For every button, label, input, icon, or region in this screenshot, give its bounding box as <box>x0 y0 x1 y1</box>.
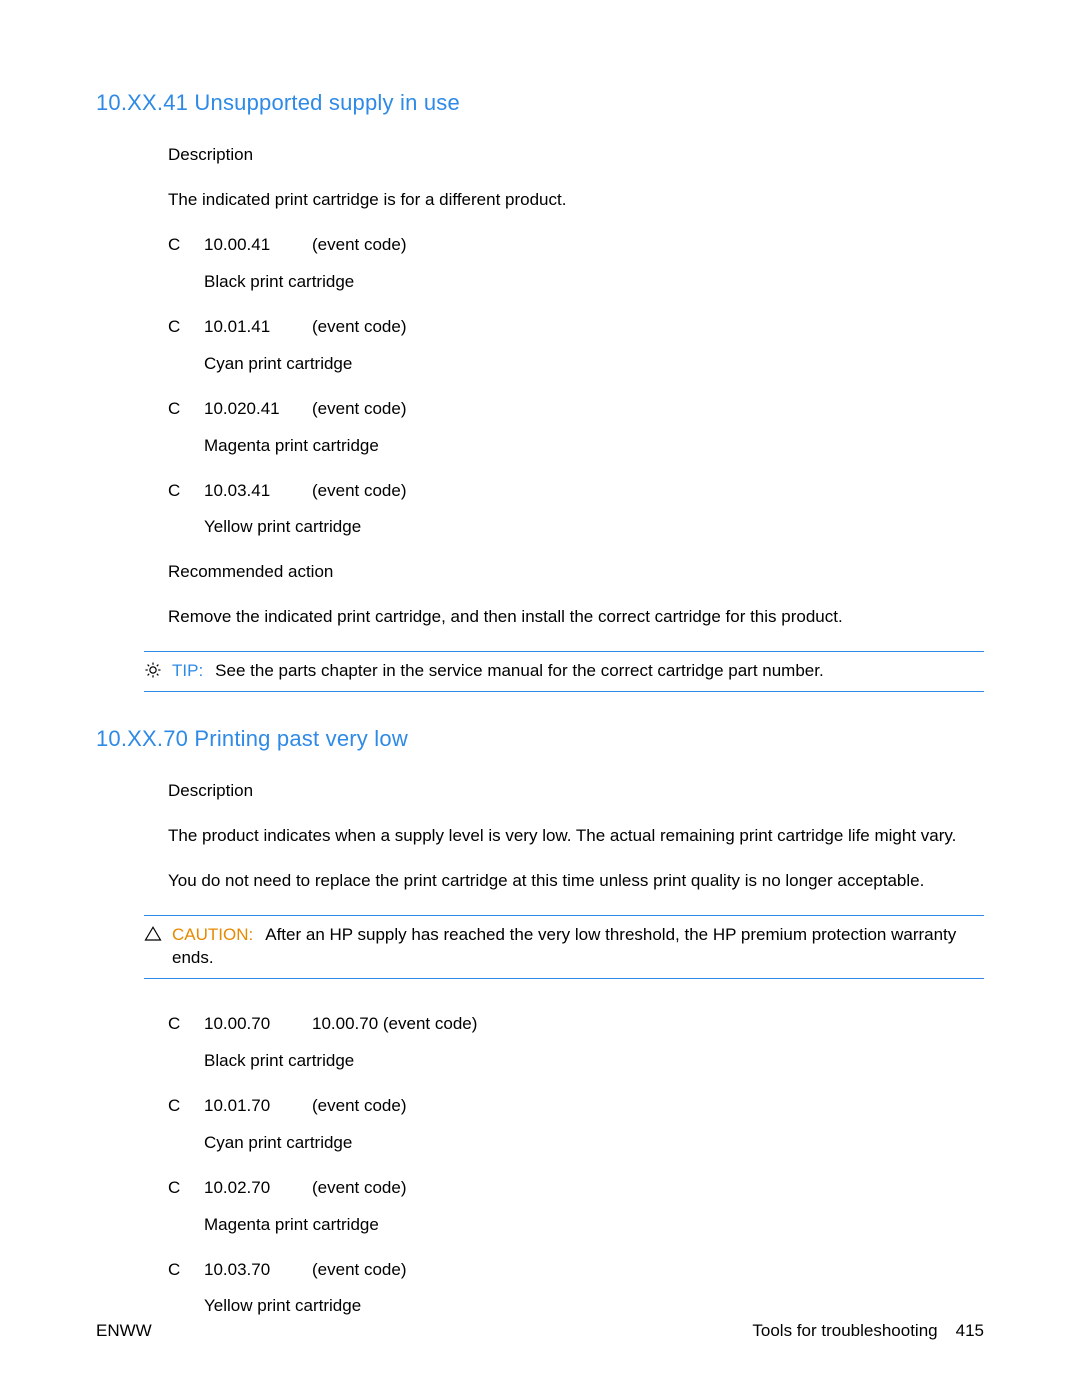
list-code: 10.00.41 <box>204 234 294 257</box>
tip-text-wrap: TIP: See the parts chapter in the service… <box>172 660 984 683</box>
section2-description-label: Description <box>168 780 984 803</box>
list-item: C 10.01.70 (event code) Cyan print cartr… <box>168 1095 984 1155</box>
list-event-code: (event code) <box>312 1259 407 1282</box>
footer-right: Tools for troubleshooting 415 <box>752 1321 984 1341</box>
list-bullet: C <box>168 398 186 421</box>
section-heading-unsupported-supply: 10.XX.41 Unsupported supply in use <box>96 90 984 116</box>
section2-list-block: C 10.00.70 10.00.70 (event code) Black p… <box>168 1013 984 1319</box>
list-event-code: (event code) <box>312 234 407 257</box>
list-desc: Cyan print cartridge <box>204 353 984 376</box>
list-desc: Magenta print cartridge <box>204 1214 984 1237</box>
caution-icon <box>144 925 162 943</box>
list-desc: Yellow print cartridge <box>204 1295 984 1318</box>
page-footer: ENWW Tools for troubleshooting 415 <box>96 1321 984 1341</box>
list-event-code: (event code) <box>312 316 407 339</box>
list-event-code: (event code) <box>312 1177 407 1200</box>
footer-page-number: 415 <box>956 1321 984 1341</box>
section2-body: Description The product indicates when a… <box>168 780 984 893</box>
section1-description-text: The indicated print cartridge is for a d… <box>168 189 984 212</box>
list-code: 10.03.70 <box>204 1259 294 1282</box>
list-event-code: (event code) <box>312 398 407 421</box>
list-code: 10.00.70 <box>204 1013 294 1036</box>
list-bullet: C <box>168 1095 186 1118</box>
list-item: C 10.00.70 10.00.70 (event code) Black p… <box>168 1013 984 1073</box>
caution-callout: CAUTION:After an HP supply has reached t… <box>144 915 984 979</box>
section-heading-printing-past-very-low: 10.XX.70 Printing past very low <box>96 726 984 752</box>
list-bullet: C <box>168 234 186 257</box>
section2-description-text2: You do not need to replace the print car… <box>168 870 984 893</box>
section1-description-label: Description <box>168 144 984 167</box>
list-event-code: (event code) <box>312 1095 407 1118</box>
list-event-code: 10.00.70 (event code) <box>312 1013 477 1036</box>
tip-label: TIP: <box>172 661 203 680</box>
list-desc: Magenta print cartridge <box>204 435 984 458</box>
list-bullet: C <box>168 480 186 503</box>
list-code: 10.020.41 <box>204 398 294 421</box>
list-item: C 10.02.70 (event code) Magenta print ca… <box>168 1177 984 1237</box>
list-desc: Black print cartridge <box>204 1050 984 1073</box>
tip-text: See the parts chapter in the service man… <box>215 661 824 680</box>
footer-left: ENWW <box>96 1321 152 1341</box>
section1-list: C 10.00.41 (event code) Black print cart… <box>168 234 984 540</box>
list-desc: Yellow print cartridge <box>204 516 984 539</box>
list-desc: Cyan print cartridge <box>204 1132 984 1155</box>
document-page: 10.XX.41 Unsupported supply in use Descr… <box>0 0 1080 1397</box>
list-code: 10.02.70 <box>204 1177 294 1200</box>
section1-recommended-text: Remove the indicated print cartridge, an… <box>168 606 984 629</box>
section2-description-text1: The product indicates when a supply leve… <box>168 825 984 848</box>
list-code: 10.01.41 <box>204 316 294 339</box>
list-item: C 10.01.41 (event code) Cyan print cartr… <box>168 316 984 376</box>
section1-body: Description The indicated print cartridg… <box>168 144 984 629</box>
caution-callout-block: CAUTION:After an HP supply has reached t… <box>144 915 984 979</box>
list-item: C 10.03.70 (event code) Yellow print car… <box>168 1259 984 1319</box>
list-bullet: C <box>168 316 186 339</box>
list-item: C 10.03.41 (event code) Yellow print car… <box>168 480 984 540</box>
tip-icon <box>144 661 162 679</box>
list-event-code: (event code) <box>312 480 407 503</box>
list-bullet: C <box>168 1013 186 1036</box>
list-item: C 10.00.41 (event code) Black print cart… <box>168 234 984 294</box>
list-item: C 10.020.41 (event code) Magenta print c… <box>168 398 984 458</box>
list-desc: Black print cartridge <box>204 271 984 294</box>
caution-label: CAUTION: <box>172 925 253 944</box>
tip-callout-block: TIP: See the parts chapter in the service… <box>144 651 984 692</box>
list-bullet: C <box>168 1177 186 1200</box>
footer-section-title: Tools for troubleshooting <box>752 1321 937 1341</box>
caution-text-wrap: CAUTION:After an HP supply has reached t… <box>172 924 984 970</box>
section1-recommended-label: Recommended action <box>168 561 984 584</box>
caution-text: After an HP supply has reached the very … <box>172 925 956 967</box>
list-bullet: C <box>168 1259 186 1282</box>
list-code: 10.01.70 <box>204 1095 294 1118</box>
section2-list: C 10.00.70 10.00.70 (event code) Black p… <box>168 1013 984 1319</box>
tip-callout: TIP: See the parts chapter in the service… <box>144 651 984 692</box>
list-code: 10.03.41 <box>204 480 294 503</box>
